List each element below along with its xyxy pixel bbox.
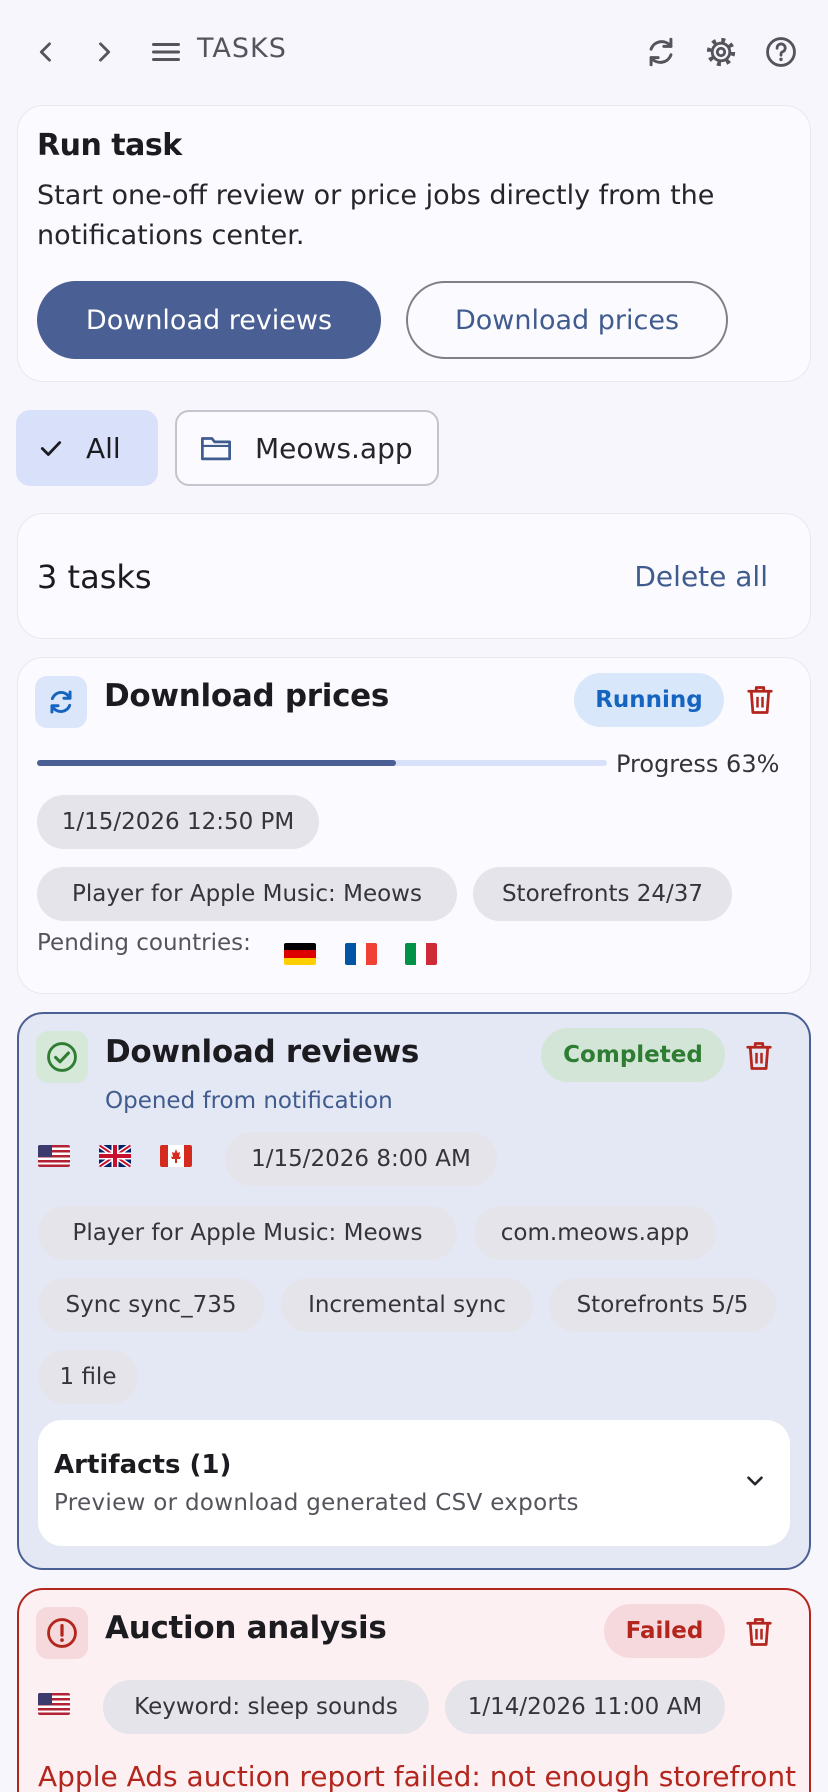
keyword-chip: Keyword: sleep sounds	[103, 1680, 429, 1734]
task-title: Auction analysis	[105, 1610, 387, 1646]
flag-it-icon	[405, 943, 437, 965]
status-badge: Completed	[541, 1028, 725, 1082]
chevron-right-icon	[99, 42, 111, 62]
run-task-card: Run task Start one-off review or price j…	[17, 105, 811, 382]
flag-ca-icon	[160, 1145, 192, 1167]
date-chip: 1/15/2026 8:00 AM	[225, 1132, 497, 1186]
status-badge: Running	[574, 673, 724, 727]
artifacts-title: Artifacts (1)	[54, 1450, 232, 1480]
task-icon	[36, 1031, 88, 1083]
flag-de-icon	[284, 943, 316, 965]
gear-icon	[706, 37, 736, 67]
trash-icon	[747, 686, 773, 714]
app-chip: Player for Apple Music: Meows	[38, 1206, 457, 1260]
error-icon	[47, 1618, 77, 1648]
progress-bar	[37, 760, 607, 766]
filter-chip-app[interactable]: Meows.app	[175, 410, 439, 486]
sync-id-chip: Sync sync_735	[38, 1278, 264, 1332]
opened-from-notification-label: Opened from notification	[105, 1088, 393, 1114]
flag-us-icon	[38, 1145, 70, 1167]
task-title: Download prices	[104, 678, 390, 714]
storefronts-chip: Storefronts 24/37	[473, 867, 732, 921]
task-card-auction-analysis[interactable]: Auction analysis Failed Keyword: sleep s…	[17, 1588, 811, 1792]
download-reviews-button[interactable]: Download reviews	[37, 281, 381, 359]
error-message: Apple Ads auction report failed: not eno…	[38, 1760, 797, 1792]
task-title: Download reviews	[105, 1034, 420, 1070]
task-card-download-reviews[interactable]: Download reviews Opened from notificatio…	[17, 1012, 811, 1570]
download-prices-button[interactable]: Download prices	[406, 281, 728, 359]
progress-label: Progress 63%	[616, 750, 780, 778]
help-button[interactable]	[757, 28, 805, 76]
date-chip: 1/14/2026 11:00 AM	[445, 1680, 725, 1734]
tasks-summary-card: 3 tasks Delete all	[17, 513, 811, 639]
artifacts-expander[interactable]: Artifacts (1) Preview or download genera…	[38, 1420, 790, 1546]
file-count-chip: 1 file	[38, 1350, 138, 1404]
check-icon	[40, 441, 62, 456]
delete-task-button[interactable]	[740, 678, 780, 722]
filter-chip-all-label: All	[86, 431, 121, 465]
folder-icon	[200, 437, 231, 461]
top-app-bar: TASKS	[0, 0, 828, 104]
sync-icon	[50, 690, 72, 714]
settings-button[interactable]	[697, 28, 745, 76]
sync-type-chip: Incremental sync	[281, 1278, 533, 1332]
delete-all-button[interactable]: Delete all	[634, 560, 768, 593]
refresh-icon	[649, 37, 673, 67]
flag-us-icon	[38, 1693, 70, 1715]
menu-button[interactable]	[142, 28, 190, 76]
trash-icon	[746, 1618, 772, 1646]
menu-icon	[152, 43, 180, 61]
filter-chip-all[interactable]: All	[16, 410, 158, 486]
task-icon	[36, 1607, 88, 1659]
delete-task-button[interactable]	[739, 1034, 779, 1078]
task-count: 3 tasks	[37, 558, 152, 596]
progress-bar-fill	[37, 760, 397, 766]
back-button[interactable]	[22, 28, 70, 76]
run-task-description: Start one-off review or price jobs direc…	[37, 180, 715, 251]
storefronts-chip: Storefronts 5/5	[549, 1278, 776, 1332]
help-icon	[766, 37, 796, 67]
flag-fr-icon	[345, 943, 377, 965]
app-chip: Player for Apple Music: Meows	[37, 867, 457, 921]
forward-button[interactable]	[80, 28, 128, 76]
date-chip: 1/15/2026 12:50 PM	[37, 795, 319, 849]
pending-countries-label: Pending countries:	[37, 930, 251, 956]
delete-task-button[interactable]	[739, 1610, 779, 1654]
artifacts-subtitle: Preview or download generated CSV export…	[54, 1490, 579, 1516]
trash-icon	[746, 1042, 772, 1070]
task-icon	[35, 676, 87, 728]
task-card-download-prices[interactable]: Download prices Running Progress 63% 1/1…	[17, 657, 811, 994]
filter-chip-app-label: Meows.app	[255, 431, 413, 465]
refresh-button[interactable]	[637, 28, 685, 76]
status-badge: Failed	[604, 1604, 725, 1658]
flag-gb-icon	[99, 1145, 131, 1167]
run-task-title: Run task	[37, 128, 182, 163]
check-circle-icon	[47, 1042, 77, 1072]
chevron-left-icon	[39, 42, 51, 62]
bundle-id-chip: com.meows.app	[474, 1206, 716, 1260]
page-title: TASKS	[197, 33, 287, 64]
chevron-down-icon	[747, 1476, 763, 1486]
